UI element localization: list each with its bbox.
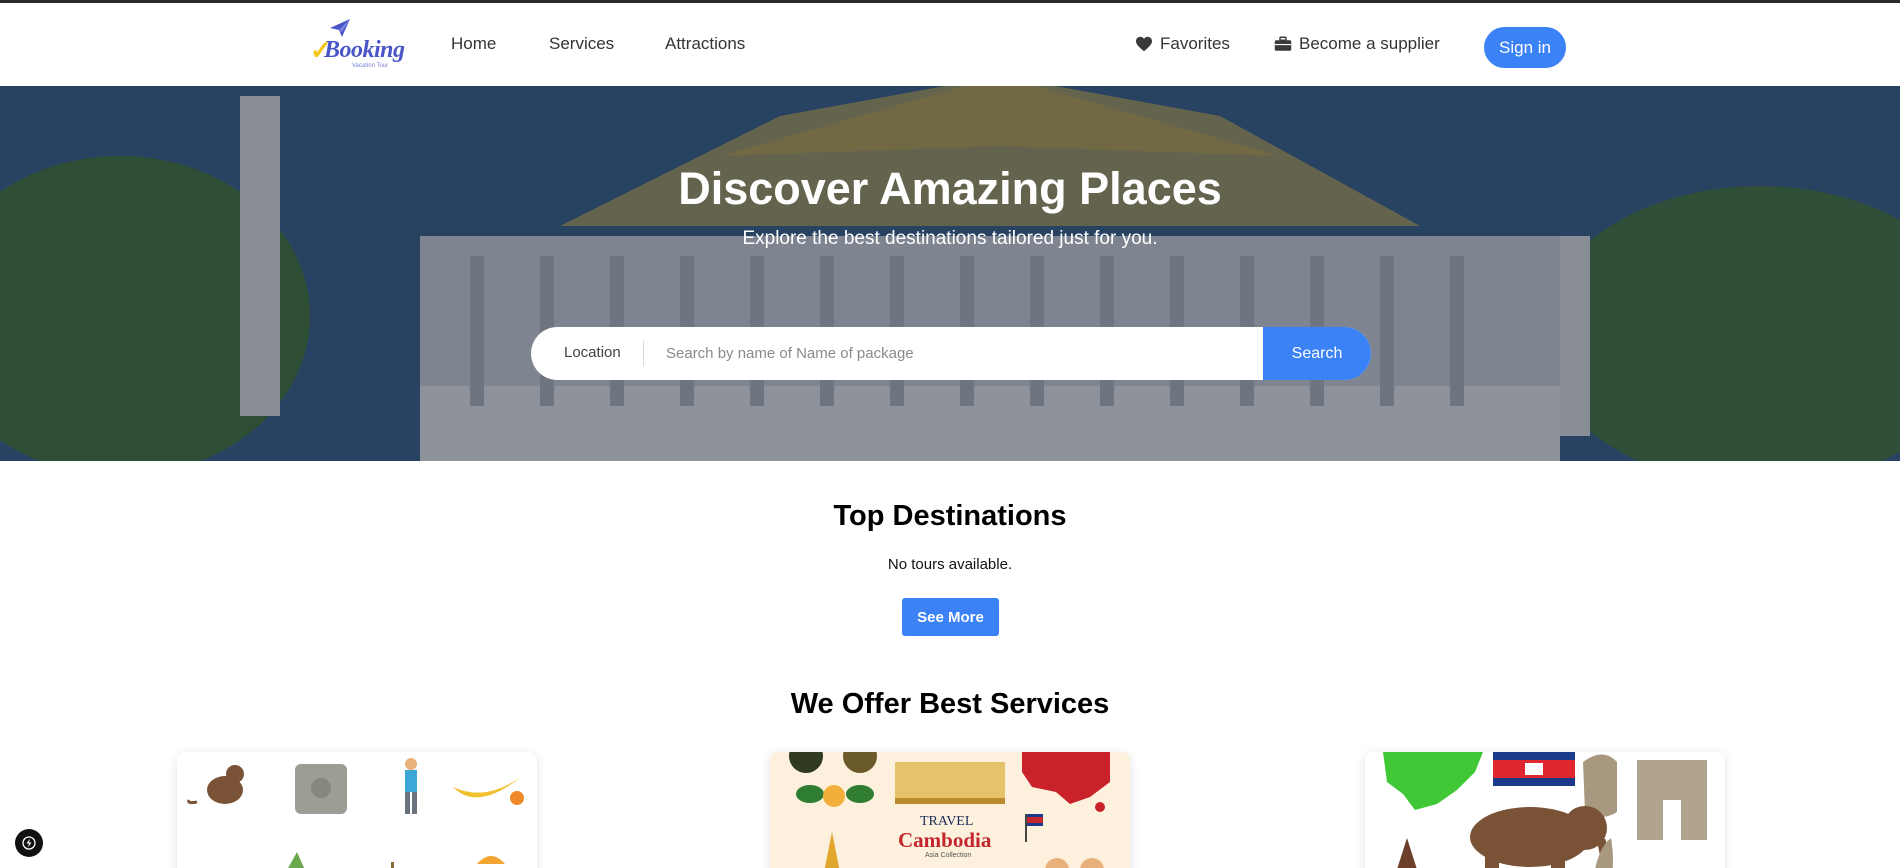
location-selector[interactable]: Location — [564, 344, 621, 361]
booking-logo[interactable]: ✓ Booking Vacation Tour — [308, 17, 408, 69]
dev-tools-badge[interactable] — [15, 829, 43, 857]
become-supplier-link[interactable]: Become a supplier — [1274, 34, 1440, 54]
heart-icon — [1136, 36, 1152, 52]
site-header: ✓ Booking Vacation Tour Home Services At… — [0, 3, 1900, 86]
service-card-1[interactable] — [177, 752, 537, 868]
supplier-label: Become a supplier — [1299, 34, 1440, 53]
favorites-link[interactable]: Favorites — [1135, 34, 1230, 54]
nav-home[interactable]: Home — [451, 34, 496, 54]
search-button[interactable]: Search — [1263, 327, 1371, 380]
service-card-2[interactable]: TRAVEL Cambodia Asia Collection — [770, 752, 1130, 868]
briefcase-icon — [1274, 36, 1292, 51]
nav-attractions[interactable]: Attractions — [665, 34, 745, 54]
services-title: We Offer Best Services — [790, 688, 1110, 720]
see-more-button[interactable]: See More — [902, 598, 999, 636]
service-card-3[interactable] — [1365, 752, 1725, 868]
logo-text: Booking — [324, 37, 405, 63]
sign-in-button[interactable]: Sign in — [1484, 27, 1566, 68]
paper-plane-icon — [330, 19, 350, 37]
top-destinations-title: Top Destinations — [833, 500, 1067, 532]
hero-subtitle: Explore the best destinations tailored j… — [742, 228, 1158, 249]
search-bar: Location Search — [531, 327, 1371, 380]
search-divider — [643, 341, 644, 366]
lightning-icon — [22, 836, 36, 850]
cambodia-map-flag-elephant-illustration — [1383, 752, 1707, 868]
search-input[interactable] — [666, 327, 1256, 380]
hero-title: Discover Amazing Places — [678, 163, 1222, 214]
favorites-label: Favorites — [1160, 34, 1230, 53]
empty-message: No tours available. — [887, 556, 1013, 573]
poster-subtext: Asia Collection — [925, 852, 972, 859]
cambodia-icons-illustration — [187, 758, 524, 868]
hero-banner: Discover Amazing Places Explore the best… — [0, 86, 1900, 461]
poster-cambodia-text: Cambodia — [898, 828, 992, 852]
logo-subtext: Vacation Tour — [352, 63, 389, 69]
nav-services[interactable]: Services — [549, 34, 614, 54]
hero-overlay — [0, 86, 1900, 461]
